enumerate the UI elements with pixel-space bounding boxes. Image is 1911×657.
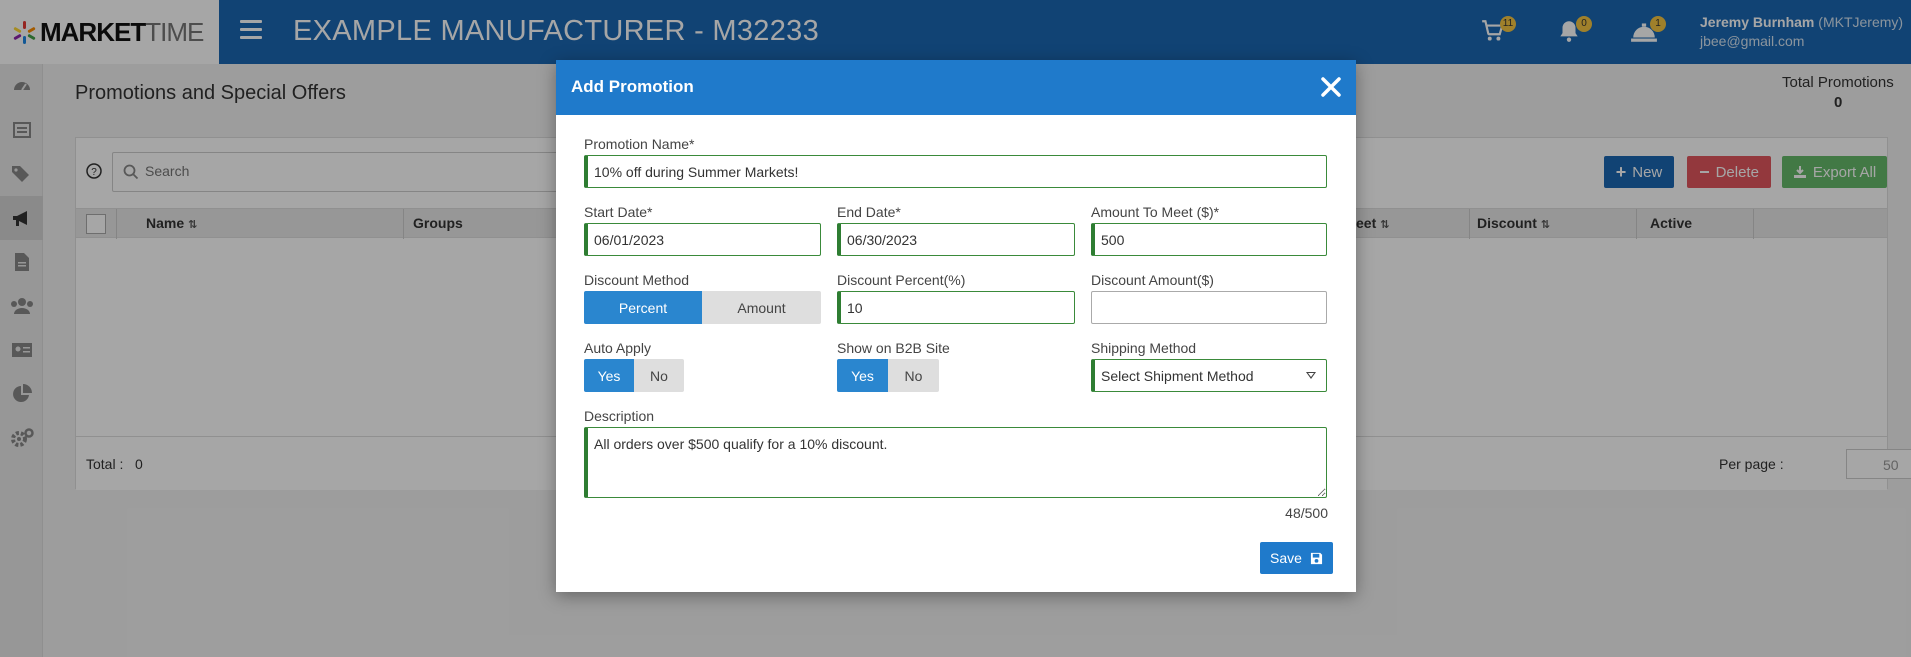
shipping-method-label: Shipping Method — [1091, 340, 1197, 356]
shipping-method-select[interactable]: Select Shipment Method — [1091, 359, 1327, 392]
dialog-header: Add Promotion — [556, 60, 1356, 115]
description-textarea[interactable]: All orders over $500 qualify for a 10% d… — [584, 427, 1327, 498]
end-date-input[interactable] — [837, 223, 1075, 256]
floppy-disk-icon — [1310, 552, 1323, 564]
chevron-down-icon — [1306, 372, 1316, 379]
start-date-label: Start Date* — [584, 204, 653, 220]
auto-apply-yes-option[interactable]: Yes — [584, 359, 634, 392]
auto-apply-label: Auto Apply — [584, 340, 651, 356]
dialog-title: Add Promotion — [571, 77, 694, 96]
start-date-input[interactable] — [584, 223, 821, 256]
close-icon[interactable] — [1318, 74, 1344, 100]
save-button-label: Save — [1270, 550, 1302, 566]
description-label: Description — [584, 408, 655, 424]
discount-method-amount-option[interactable]: Amount — [702, 291, 821, 324]
amount-to-meet-input[interactable] — [1091, 223, 1327, 256]
description-char-count: 48/500 — [1285, 505, 1328, 521]
discount-amount-input[interactable] — [1091, 291, 1327, 324]
amount-to-meet-label: Amount To Meet ($)* — [1091, 204, 1220, 220]
promotion-name-input[interactable] — [584, 155, 1327, 188]
auto-apply-toggle: Yes No — [584, 359, 684, 392]
discount-percent-label: Discount Percent(%) — [837, 272, 966, 288]
show-b2b-toggle: Yes No — [837, 359, 939, 392]
discount-method-percent-option[interactable]: Percent — [584, 291, 702, 324]
discount-method-toggle: Percent Amount — [584, 291, 821, 324]
discount-amount-label: Discount Amount($) — [1091, 272, 1214, 288]
promotion-name-label: Promotion Name* — [584, 136, 695, 152]
shipping-method-value: Select Shipment Method — [1101, 368, 1254, 384]
auto-apply-no-option[interactable]: No — [634, 359, 684, 392]
show-b2b-label: Show on B2B Site — [837, 340, 950, 356]
discount-method-label: Discount Method — [584, 272, 690, 288]
show-b2b-no-option[interactable]: No — [888, 359, 939, 392]
save-button[interactable]: Save — [1260, 542, 1333, 574]
discount-percent-input[interactable] — [837, 291, 1075, 324]
show-b2b-yes-option[interactable]: Yes — [837, 359, 888, 392]
add-promotion-dialog: Add Promotion Promotion Name* Start Date… — [556, 60, 1356, 592]
end-date-label: End Date* — [837, 204, 901, 220]
